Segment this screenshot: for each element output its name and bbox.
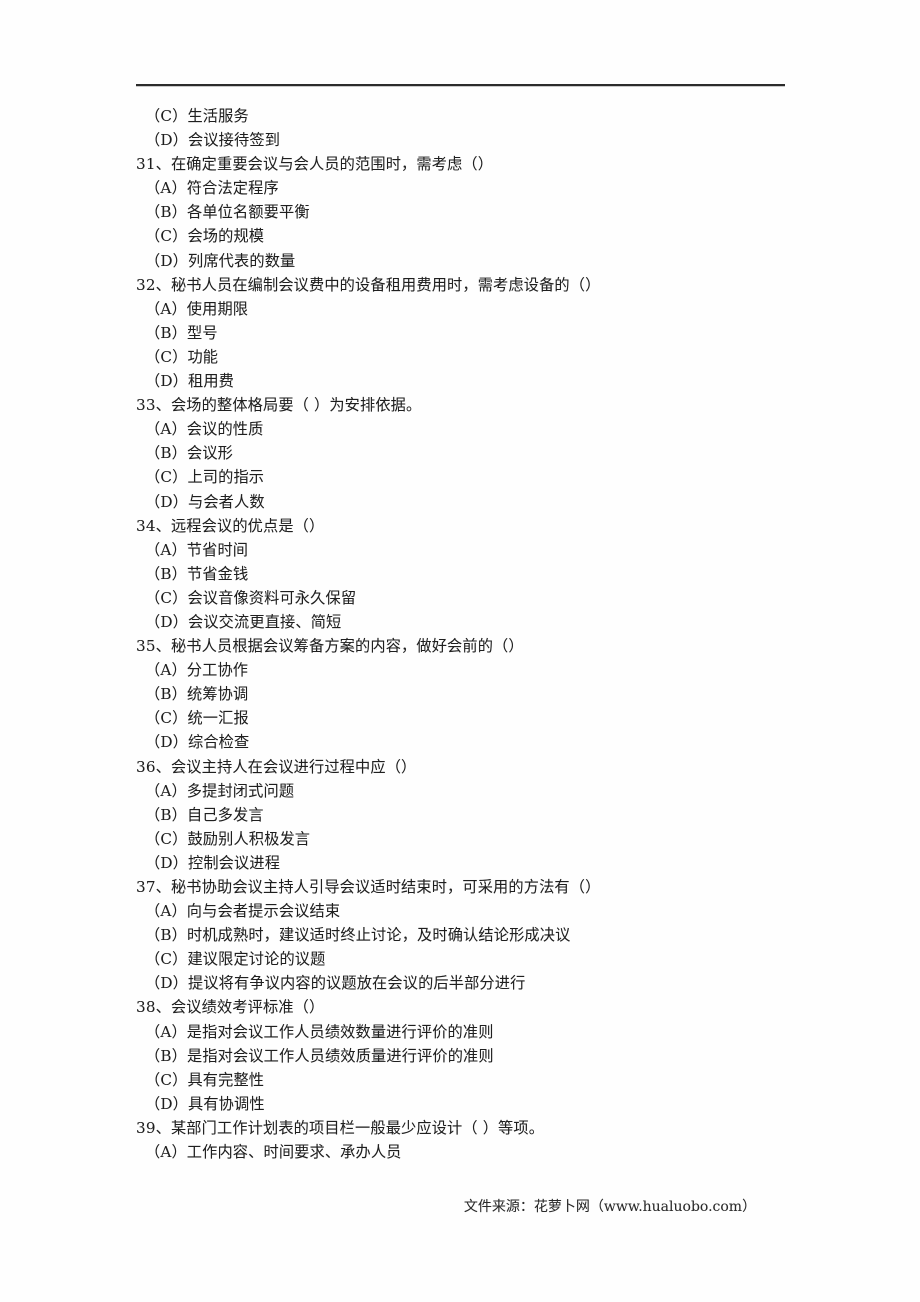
option-line: （C）建议限定讨论的议题 — [145, 950, 326, 969]
option-line: （B）会议形 — [145, 444, 233, 463]
option-line: （A）向与会者提示会议结束 — [145, 902, 341, 921]
question-stem: 39、某部门工作计划表的项目栏一般最少应设计（ ）等项。 — [136, 1118, 545, 1137]
question-block: 39、某部门工作计划表的项目栏一般最少应设计（ ）等项。 （A）工作内容、时间要… — [136, 1116, 836, 1164]
header-divider-rule — [136, 84, 785, 87]
option-line: （D）与会者人数 — [145, 492, 265, 511]
option-line: （C）功能 — [145, 347, 219, 366]
question-block: 31、在确定重要会议与会人员的范围时，需考虑（） （A）符合法定程序 （B）各单… — [136, 152, 836, 272]
question-stem: 33、会场的整体格局要（ ）为安排依据。 — [136, 396, 422, 415]
question-block: 37、秘书协助会议主持人引导会议适时结束时，可采用的方法有（） （A）向与会者提… — [136, 875, 836, 995]
page-footer: 文件来源：花萝卜网（www.hualuobo.com） — [0, 1196, 920, 1217]
option-line: （A）工作内容、时间要求、承办人员 — [145, 1143, 402, 1162]
question-stem: 35、秘书人员根据会议筹备方案的内容，做好会前的（） — [136, 637, 524, 656]
option-line: （B）自己多发言 — [145, 805, 264, 824]
document-page: （C）生活服务 （D）会议接待签到 31、在确定重要会议与会人员的范围时，需考虑… — [0, 0, 920, 1302]
option-line: （B）各单位名额要平衡 — [145, 203, 310, 222]
question-stem: 34、远程会议的优点是（） — [136, 516, 325, 535]
option-line: （B）时机成熟时，建议适时终止讨论，及时确认结论形成决议 — [145, 926, 571, 945]
option-line: （A）使用期限 — [145, 299, 249, 318]
option-line: （B）节省金钱 — [145, 564, 249, 583]
option-line: （C）上司的指示 — [145, 468, 265, 487]
option-line: （A）分工协作 — [145, 661, 249, 680]
question-stem: 31、在确定重要会议与会人员的范围时，需考虑（） — [136, 155, 494, 174]
option-line: （C）统一汇报 — [145, 709, 249, 728]
source-watermark: 文件来源：花萝卜网（www.hualuobo.com） — [463, 1199, 757, 1215]
option-line: （D）列席代表的数量 — [145, 251, 296, 270]
question-stem: 32、秘书人员在编制会议费中的设备租用费用时，需考虑设备的（） — [136, 275, 601, 294]
question-stem: 36、会议主持人在会议进行过程中应（） — [136, 757, 417, 776]
option-line: （D）具有协调性 — [145, 1094, 265, 1113]
question-stem: 37、秘书协助会议主持人引导会议适时结束时，可采用的方法有（） — [136, 878, 601, 896]
question-block: 33、会场的整体格局要（ ）为安排依据。 （A）会议的性质 （B）会议形 （C）… — [136, 393, 836, 513]
option-line: （D）租用费 — [145, 372, 235, 391]
option-line: （D）会议接待签到 — [145, 131, 281, 150]
option-line: （C）生活服务 — [145, 107, 249, 125]
question-block: 35、秘书人员根据会议筹备方案的内容，做好会前的（） （A）分工协作 （B）统筹… — [136, 634, 836, 754]
option-line: （A）是指对会议工作人员绩效数量进行评价的准则 — [145, 1022, 494, 1041]
option-line: （C）鼓励别人积极发言 — [145, 829, 311, 848]
option-line: （B）是指对会议工作人员绩效质量进行评价的准则 — [145, 1046, 494, 1065]
option-line: （B）统筹协调 — [145, 685, 249, 704]
question-stem: 38、会议绩效考评标准（） — [136, 998, 325, 1017]
option-line: （C）会场的规模 — [145, 227, 265, 246]
option-line: （A）多提封闭式问题 — [145, 781, 295, 800]
question-block: 32、秘书人员在编制会议费中的设备租用费用时，需考虑设备的（） （A）使用期限 … — [136, 273, 836, 393]
option-line: （A）会议的性质 — [145, 420, 264, 439]
option-line: （D）综合检查 — [145, 733, 250, 752]
question-block: 36、会议主持人在会议进行过程中应（） （A）多提封闭式问题 （B）自己多发言 … — [136, 755, 836, 875]
option-line: （D）会议交流更直接、简短 — [145, 612, 342, 631]
question-block: 34、远程会议的优点是（） （A）节省时间 （B）节省金钱 （C）会议音像资料可… — [136, 514, 836, 634]
option-line: （B）型号 — [145, 323, 218, 342]
option-line: （D）提议将有争议内容的议题放在会议的后半部分进行 — [145, 974, 526, 993]
option-line: （D）控制会议进程 — [145, 853, 281, 872]
option-line: （C）具有完整性 — [145, 1070, 265, 1089]
option-line: （A）节省时间 — [145, 540, 249, 559]
option-line: （A）符合法定程序 — [145, 179, 279, 198]
question-block: 38、会议绩效考评标准（） （A）是指对会议工作人员绩效数量进行评价的准则 （B… — [136, 995, 836, 1115]
document-body: （C）生活服务 （D）会议接待签到 31、在确定重要会议与会人员的范围时，需考虑… — [136, 104, 836, 1164]
option-line: （C）会议音像资料可永久保留 — [145, 588, 357, 607]
